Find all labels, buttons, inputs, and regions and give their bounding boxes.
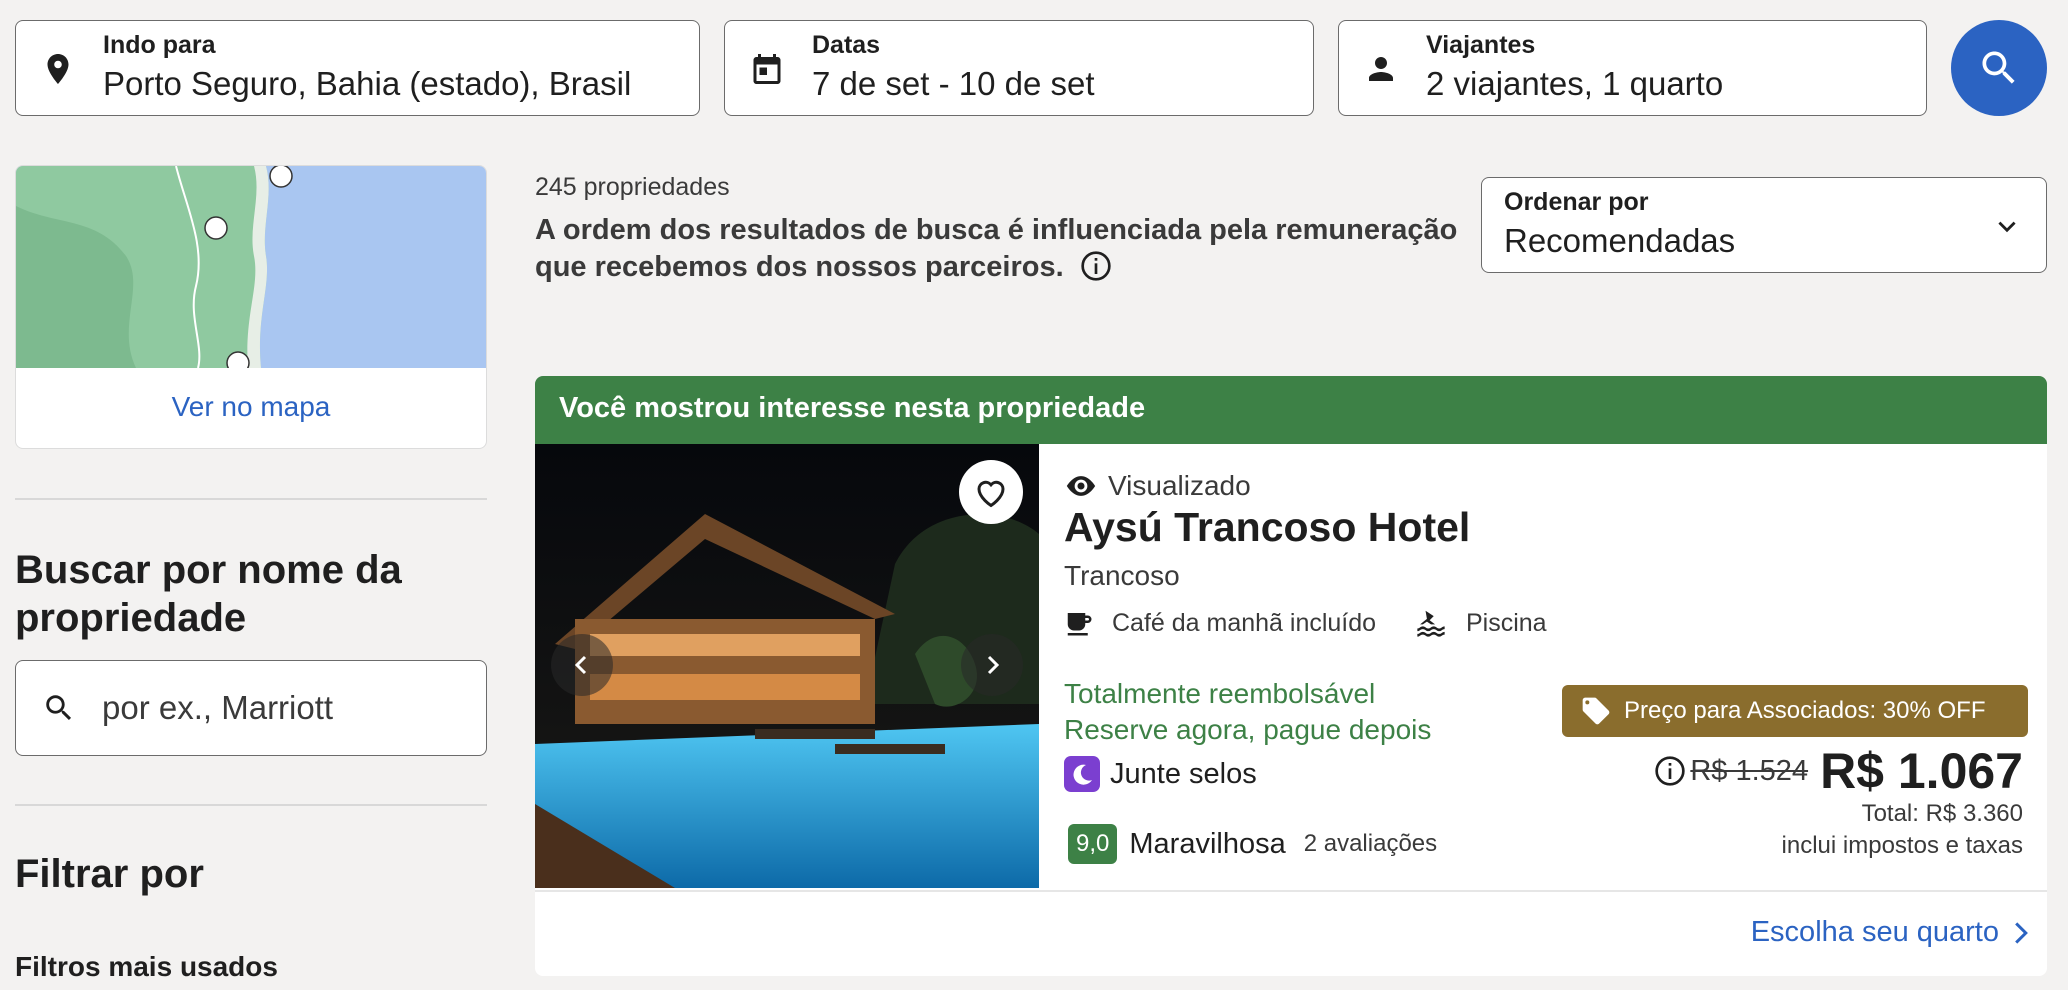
dates-label: Datas — [812, 31, 881, 59]
current-price: R$ 1.067 — [1820, 743, 2023, 799]
search-icon — [46, 695, 72, 721]
property-location: Trancoso — [1064, 560, 1180, 591]
disclaimer-text: A ordem dos resultados de busca é influe… — [535, 214, 1458, 283]
rating-score: 9,0 — [1068, 824, 1118, 864]
travelers-field[interactable]: Viajantes 2 viajantes, 1 quarto — [1338, 20, 1927, 116]
choose-room-label: Escolha seu quarto — [1750, 916, 1999, 948]
divider — [535, 890, 2047, 892]
favorite-button[interactable] — [959, 460, 1023, 524]
person-icon — [1369, 57, 1393, 81]
viewed-label: Visualizado — [1108, 470, 1251, 501]
filter-title: Filtrar por — [15, 852, 204, 896]
amenity-label: Café da manhã incluído — [1112, 608, 1377, 637]
stamps-label: Junte selos — [1110, 757, 1257, 790]
next-photo-button[interactable] — [961, 634, 1023, 696]
calendar-icon — [753, 54, 781, 84]
chevron-down-icon — [1998, 221, 2016, 233]
property-search-title: Buscar por nome da propriedade — [15, 548, 402, 640]
search-button[interactable] — [1951, 20, 2047, 116]
divider — [15, 804, 487, 806]
sort-dropdown[interactable]: Ordenar por Recomendadas — [1481, 177, 2047, 273]
sort-value: Recomendadas — [1504, 222, 1736, 259]
pay-later-line: Reserve agora, pague depois — [1064, 714, 1432, 745]
taxes-note: inclui impostos e taxas — [1781, 832, 2023, 859]
coffee-icon — [1067, 613, 1092, 636]
search-icon — [1982, 51, 2015, 84]
map-card[interactable]: Ver no mapa — [15, 165, 487, 449]
heart-icon — [977, 480, 1005, 508]
guest-rating: 9,0 Maravilhosa 2 avaliações — [1068, 824, 1437, 864]
total-price: Total: R$ 3.360 — [1861, 800, 2023, 827]
stamps-promo: Junte selos — [1064, 756, 1257, 792]
pool-icon — [1417, 610, 1445, 637]
dates-field[interactable]: Datas 7 de set - 10 de set — [724, 20, 1314, 116]
amenity-label: Piscina — [1466, 608, 1547, 637]
refund-policy: Totalmente reembolsável Reserve agora, p… — [1064, 676, 1431, 748]
price-row: R$ 1.524 R$ 1.067 — [1654, 742, 2023, 800]
dates-value: 7 de set - 10 de set — [812, 65, 1095, 102]
chevron-right-icon — [987, 655, 1000, 675]
info-icon[interactable] — [1080, 250, 1112, 282]
viewed-indicator: Visualizado — [1064, 470, 1251, 502]
previous-photo-button[interactable] — [551, 634, 613, 696]
results-count: 245 propriedades — [535, 173, 730, 201]
original-price: R$ 1.524 — [1690, 754, 1809, 787]
divider — [15, 498, 487, 500]
amenity-breakfast: Café da manhã incluído — [1064, 608, 1376, 638]
property-search-input[interactable] — [102, 685, 462, 731]
destination-field[interactable]: Indo para Porto Seguro, Bahia (estado), … — [15, 20, 700, 116]
eye-icon — [1066, 476, 1096, 496]
view-map-link[interactable]: Ver no mapa — [16, 391, 486, 423]
chevron-left-icon — [574, 655, 587, 675]
price-tag-icon — [1582, 697, 1610, 725]
choose-room-link[interactable]: Escolha seu quarto — [1751, 916, 2029, 949]
interest-banner: Você mostrou interesse nesta propriedade — [535, 376, 2047, 444]
sort-label: Ordenar por — [1504, 188, 1649, 216]
member-badge-label: Preço para Associados: 30% OFF — [1624, 697, 1986, 724]
property-search-field[interactable] — [15, 660, 487, 756]
chevron-right-icon — [2015, 921, 2028, 944]
refund-line: Totalmente reembolsável — [1064, 678, 1376, 709]
rating-word: Maravilhosa — [1129, 827, 1286, 860]
property-name[interactable]: Aysú Trancoso Hotel — [1064, 504, 1470, 551]
popular-filters-heading: Filtros mais usados — [15, 951, 278, 982]
amenity-pool: Piscina — [1414, 608, 1547, 638]
review-count: 2 avaliações — [1303, 830, 1438, 857]
info-icon[interactable] — [1654, 755, 1686, 787]
moon-icon — [1064, 756, 1100, 792]
property-photo[interactable] — [535, 444, 1039, 888]
location-pin-icon — [47, 54, 69, 84]
property-card[interactable]: Você mostrou interesse nesta propriedade — [535, 376, 2047, 976]
travelers-value: 2 viajantes, 1 quarto — [1426, 65, 1724, 102]
destination-label: Indo para — [103, 31, 216, 59]
member-price-badge: Preço para Associados: 30% OFF — [1562, 685, 2028, 737]
destination-value: Porto Seguro, Bahia (estado), Brasil — [103, 65, 632, 102]
travelers-label: Viajantes — [1426, 31, 1536, 59]
ranking-disclaimer: A ordem dos resultados de busca é influe… — [535, 212, 1475, 286]
map-thumbnail — [16, 166, 486, 368]
